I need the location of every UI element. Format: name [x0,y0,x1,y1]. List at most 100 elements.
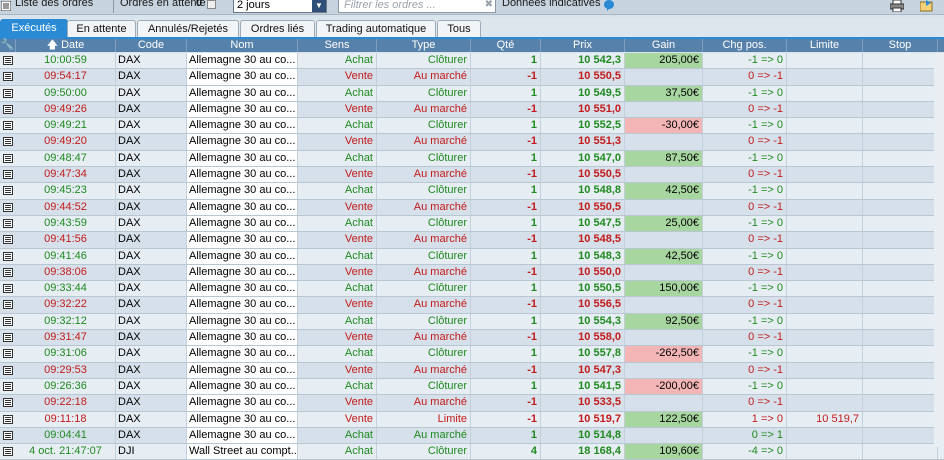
column-header-type[interactable]: Type [377,39,471,52]
order-details-icon[interactable] [3,218,13,228]
column-header-chg-pos[interactable]: Chg pos. [703,39,787,52]
column-header-code[interactable]: Code [116,39,187,52]
table-row[interactable]: 09:22:18 DAX Allemagne 30 au co... Vente Au … [0,395,944,412]
table-row[interactable]: 09:49:21 DAX Allemagne 30 au co... Achat Clô… [0,118,944,135]
cell-date: 09:38:06 [16,264,116,281]
cell-limite [787,346,863,362]
column-header-qte[interactable]: Qté [471,39,541,52]
table-row[interactable]: 09:31:47 DAX Allemagne 30 au co... Vente Au … [0,330,944,347]
order-details-icon[interactable] [3,430,13,440]
column-header-nom[interactable]: Nom [187,39,298,52]
order-details-icon[interactable] [3,365,13,375]
cell-code: DJI [116,444,187,460]
table-row[interactable]: 09:50:00 DAX Allemagne 30 au co... Achat Clô… [0,85,944,102]
table-row[interactable]: 09:43:59 DAX Allemagne 30 au co... Achat Clô… [0,215,944,233]
cell-prix: 10 547,0 [541,150,625,167]
table-row[interactable]: 09:41:46 DAX Allemagne 30 au co... Achat Clô… [0,248,944,265]
printer-icon[interactable] [890,0,904,12]
table-row[interactable]: 10:00:59 DAX Allemagne 30 au co... Achat Clô… [0,53,944,70]
cell-nom: Wall Street au compt... [187,444,298,460]
cell-code: DAX [116,167,187,183]
order-details-icon[interactable] [3,235,13,245]
order-details-icon[interactable] [3,153,13,163]
table-row[interactable]: 09:31:06 DAX Allemagne 30 au co... Achat Clô… [0,346,944,363]
list-icon[interactable] [1,1,11,11]
order-details-icon[interactable] [3,398,13,408]
column-header-gain[interactable]: Gain [625,39,703,52]
clear-pending-icon[interactable] [207,0,216,9]
cell-date: 09:45:23 [16,183,116,199]
cell-qte: 1 [471,313,541,330]
cell-chg: -1 => 0 [703,248,787,264]
table-row[interactable]: 09:26:36 DAX Allemagne 30 au co... Achat Clô… [0,378,944,396]
order-details-icon[interactable] [3,170,13,180]
cell-nom: Allemagne 30 au co... [187,248,298,264]
tab-trading-automatique[interactable]: Trading automatique [316,20,436,37]
table-row[interactable]: 09:33:44 DAX Allemagne 30 au co... Achat Clô… [0,281,944,298]
order-details-icon[interactable] [3,186,13,196]
export-icon[interactable] [920,0,934,12]
column-header-date[interactable]: 🡅 Date [16,39,116,52]
order-details-icon[interactable] [3,414,13,424]
table-row[interactable]: 09:49:20 DAX Allemagne 30 au co... Vente Au … [0,134,944,151]
vertical-scrollbar[interactable] [934,53,944,447]
order-details-icon[interactable] [3,284,13,294]
cell-limite [787,281,863,297]
order-details-icon[interactable] [3,72,13,82]
orders-list-label[interactable]: Liste des ordres [15,0,93,9]
order-details-icon[interactable] [3,121,13,131]
table-row[interactable]: 09:29:53 DAX Allemagne 30 au co... Vente Au … [0,362,944,379]
table-row[interactable]: 09:32:22 DAX Allemagne 30 au co... Vente Au … [0,297,944,314]
tab-tous[interactable]: Tous [437,20,481,37]
column-header-sens[interactable]: Sens [298,39,377,52]
period-select[interactable]: 2 jours ▼ [233,0,327,13]
order-details-icon[interactable] [3,300,13,310]
cell-code: DAX [116,378,187,395]
table-row[interactable]: 09:48:47 DAX Allemagne 30 au co... Achat Clô… [0,150,944,168]
order-details-icon[interactable] [3,104,13,114]
cell-type: Au marché [377,330,471,346]
order-details-icon[interactable] [3,56,13,65]
info-bubble-icon[interactable] [603,0,615,11]
order-details-icon[interactable] [3,88,13,98]
filter-input[interactable]: Filtrer les ordres ... ✖ [338,0,496,13]
cell-limite [787,150,863,167]
table-row[interactable]: 09:54:17 DAX Allemagne 30 au co... Vente Au … [0,69,944,86]
tab-executes[interactable]: Exécutés [0,19,68,38]
cell-type: Au marché [377,199,471,215]
tab-ordres-lies[interactable]: Ordres liés [240,20,315,37]
cell-date: 09:31:06 [16,346,116,362]
cell-sens: Achat [298,248,377,264]
table-row[interactable]: 09:49:26 DAX Allemagne 30 au co... Vente Au … [0,101,944,119]
order-details-icon[interactable] [3,333,13,343]
order-details-icon[interactable] [3,447,13,457]
tab-annules-rejetes[interactable]: Annulés/Rejetés [137,20,239,37]
cell-date: 09:50:00 [16,85,116,101]
table-row[interactable]: 09:38:06 DAX Allemagne 30 au co... Vente Au … [0,264,944,282]
table-row[interactable]: 09:11:18 DAX Allemagne 30 au co... Vente Lim… [0,411,944,428]
tab-en-attente[interactable]: En attente [67,20,136,37]
column-header-limite[interactable]: Limite [787,39,863,52]
table-row[interactable]: 09:41:56 DAX Allemagne 30 au co... Vente Au … [0,232,944,249]
column-header-prix[interactable]: Prix [541,39,625,52]
order-details-icon[interactable] [3,349,13,359]
settings-wrench-icon[interactable]: 🔧 [0,39,16,52]
table-row[interactable]: 09:47:34 DAX Allemagne 30 au co... Vente Au … [0,167,944,184]
cell-chg: 0 => -1 [703,330,787,346]
chevron-down-icon[interactable]: ▼ [312,0,326,12]
column-header-stop[interactable]: Stop [863,39,938,52]
order-details-icon[interactable] [3,202,13,212]
cell-qte: -1 [471,167,541,183]
order-details-icon[interactable] [3,251,13,261]
order-details-icon[interactable] [3,137,13,147]
table-row[interactable]: 09:32:12 DAX Allemagne 30 au co... Achat Clô… [0,313,944,331]
order-details-icon[interactable] [3,381,13,391]
clear-filter-icon[interactable]: ✖ [485,0,493,10]
table-row[interactable]: 09:04:41 DAX Allemagne 30 au co... Achat Au … [0,427,944,445]
order-details-icon[interactable] [3,267,13,277]
cell-date: 09:44:52 [16,199,116,215]
order-details-icon[interactable] [3,316,13,326]
table-row[interactable]: 09:45:23 DAX Allemagne 30 au co... Achat Clô… [0,183,944,200]
cell-stop [863,118,938,134]
table-row[interactable]: 09:44:52 DAX Allemagne 30 au co... Vente Au … [0,199,944,216]
